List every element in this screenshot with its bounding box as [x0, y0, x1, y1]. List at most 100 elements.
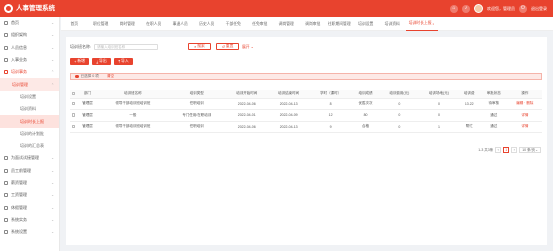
table-cell: 80	[351, 109, 380, 122]
sidebar-item[interactable]: 工资管理 ⌄	[0, 189, 59, 201]
row-select-cell	[70, 98, 77, 110]
tab[interactable]: 岗时管理	[114, 17, 141, 31]
sidebar-item[interactable]: 培训管理 ⌃	[0, 78, 59, 91]
sidebar-item[interactable]: 人员信息 ⌄	[0, 42, 59, 54]
sidebar-item-label: 工资管理	[11, 192, 27, 198]
pagination: 1-3 共3条 ‹ 1 › 10 条/页 ⌄	[478, 147, 541, 153]
table-cell: 12	[309, 109, 352, 122]
export-button[interactable]: ⤓ 导出	[92, 58, 111, 65]
column-header: 培训场地(元)	[419, 90, 459, 99]
sidebar-item[interactable]: 培训的计划批	[0, 128, 59, 140]
sidebar-item[interactable]: 入事业务 ⌄	[0, 54, 59, 66]
column-header: 培训费	[458, 90, 480, 99]
row-actions[interactable]: 详情	[507, 109, 542, 122]
table-cell: 2022-04-09	[267, 109, 310, 122]
menu-icon	[4, 230, 8, 235]
chevron-icon: ⌄	[51, 21, 54, 26]
row-actions[interactable]: 详情	[507, 121, 542, 133]
data-table: 部门 培训班名称 培训类型 培训开始时间 培训结束时间 学时（课时） 培训成绩 培训费用(元)…	[70, 90, 542, 133]
row-checkbox[interactable]	[71, 113, 76, 117]
table-row: 管理层 一般 专门任用/在职培训 2022-04-01 2022-04-09 12 80 0 0…	[70, 109, 542, 122]
sidebar-item-label: 系统实务	[11, 216, 27, 222]
sidebar-item[interactable]: 系统实务 ⌄	[0, 214, 59, 226]
tab[interactable]: 培训时长上报 ×	[405, 17, 438, 31]
page-size-select[interactable]: 10 条/页 ⌄	[519, 147, 541, 153]
table-cell: 领导干部培训班培训班	[97, 121, 168, 133]
page-size-value: 10 条/页	[522, 147, 536, 152]
expand-toggle[interactable]: 展开 ⌄	[242, 44, 254, 50]
table-cell: 领导干部培训班培训班	[97, 98, 168, 110]
table-cell: 13.22	[458, 98, 480, 110]
close-icon[interactable]: ×	[433, 22, 435, 26]
tab[interactable]: 事退人员	[167, 17, 194, 31]
prev-page-button[interactable]: ‹	[495, 147, 502, 153]
clear-selection-link[interactable]: 清空	[107, 74, 114, 79]
row-checkbox[interactable]	[71, 124, 76, 128]
sidebar-item[interactable]: 培训的汇总表	[0, 140, 59, 152]
sidebar: 首页 ⌄ 组织架构 ⌄ 人员信息 ⌄ 入事业务 ⌄ 培训事务 ⌃ 培训管理 ⌃ 培训设置 培训资料 培训时长…	[0, 17, 60, 251]
tab-label: 事退人员	[172, 21, 188, 26]
logout-icon[interactable]: ⏻	[519, 4, 527, 13]
table-cell: 0	[419, 109, 459, 122]
table-cell: 任职培训	[167, 121, 226, 133]
row-actions[interactable]: 编辑 · 删除	[507, 98, 542, 110]
sidebar-item[interactable]: 培训事务 ⌃	[0, 66, 59, 78]
page-number[interactable]: 1	[503, 147, 510, 153]
sidebar-item[interactable]: 系统设置 ⌄	[0, 226, 59, 238]
table-cell: 待审核	[479, 98, 508, 110]
tab[interactable]: 历史人员	[194, 17, 221, 31]
import-button-label: 导入	[121, 59, 129, 63]
sidebar-item-label: 入事业务	[11, 57, 27, 63]
sidebar-item-label: 培训的计划批	[20, 130, 44, 136]
avatar[interactable]	[474, 4, 483, 13]
search-input[interactable]: 请输入培训班名称	[94, 44, 159, 50]
tab[interactable]: 干部任免	[220, 17, 247, 31]
logout-link[interactable]: 退出登录	[531, 4, 547, 13]
import-icon: ⤒	[118, 59, 121, 64]
sidebar-item[interactable]: 员工前管理 ⌄	[0, 165, 59, 177]
tab[interactable]: 培训资料	[379, 17, 406, 31]
tab-label: 干部任免	[225, 21, 241, 26]
row-select-cell	[70, 109, 77, 122]
selection-notice: 已选择 0 项 清空	[70, 73, 542, 80]
chevron-icon: ⌄	[51, 168, 54, 173]
import-button[interactable]: ⤒ 导入	[114, 58, 133, 65]
sidebar-item-label: 培训的汇总表	[20, 143, 44, 149]
search-button[interactable]: ⌕ 搜索	[188, 43, 211, 50]
sidebar-item[interactable]: 培训设置	[0, 91, 59, 103]
reset-button[interactable]: ↺ 重置	[216, 43, 239, 50]
tab[interactable]: 任免审批	[247, 17, 274, 31]
tab[interactable]: 职位管理	[88, 17, 115, 31]
table-header-row: 部门 培训班名称 培训类型 培训开始时间 培训结束时间 学时（课时） 培训成绩 培训费用(元)…	[70, 90, 542, 99]
sidebar-item-label: 薪资管理	[11, 180, 27, 185]
select-all-checkbox[interactable]	[71, 91, 76, 95]
table-cell: 专门任用/在职培训	[167, 109, 226, 122]
row-checkbox[interactable]	[71, 101, 76, 105]
menu-icon	[4, 181, 8, 185]
chevron-icon: ⌃	[51, 70, 54, 75]
column-header: 部门	[76, 90, 98, 99]
sidebar-item[interactable]: 首页 ⌄	[0, 17, 59, 29]
next-page-button[interactable]: ›	[511, 147, 518, 153]
sidebar-item[interactable]: 为面试试接管理 ⌄	[0, 152, 59, 164]
tab[interactable]: 在职人员	[141, 17, 168, 31]
tab[interactable]: 调岗管理	[273, 17, 300, 31]
sidebar-item[interactable]: 培训时长上报	[0, 115, 59, 128]
sidebar-item[interactable]: 培训资料	[0, 103, 59, 115]
tab[interactable]: 调岗审批	[300, 17, 327, 31]
tab-label: 任免审批	[252, 21, 268, 26]
table-cell: 2022-04-01	[225, 109, 268, 122]
sidebar-item[interactable]: 组织架构 ⌄	[0, 29, 59, 41]
tab-label: 调岗管理	[278, 21, 294, 26]
column-header: 培训费用(元)	[379, 90, 420, 99]
chevron-icon: ⌄	[51, 217, 54, 222]
add-button[interactable]: + 新增	[70, 58, 89, 65]
tab[interactable]: 往职期间管理	[326, 17, 353, 31]
tab[interactable]: 培训设置	[353, 17, 380, 31]
home-icon[interactable]: ⌂	[450, 4, 458, 13]
sidebar-item[interactable]: 休假管理 ⌄	[0, 201, 59, 213]
sidebar-item-label: 培训设置	[20, 93, 36, 99]
sidebar-item[interactable]: 薪资管理 ⌄	[0, 177, 59, 189]
bell-icon[interactable]: ♪	[462, 4, 470, 13]
tab[interactable]: 首页	[61, 17, 88, 31]
